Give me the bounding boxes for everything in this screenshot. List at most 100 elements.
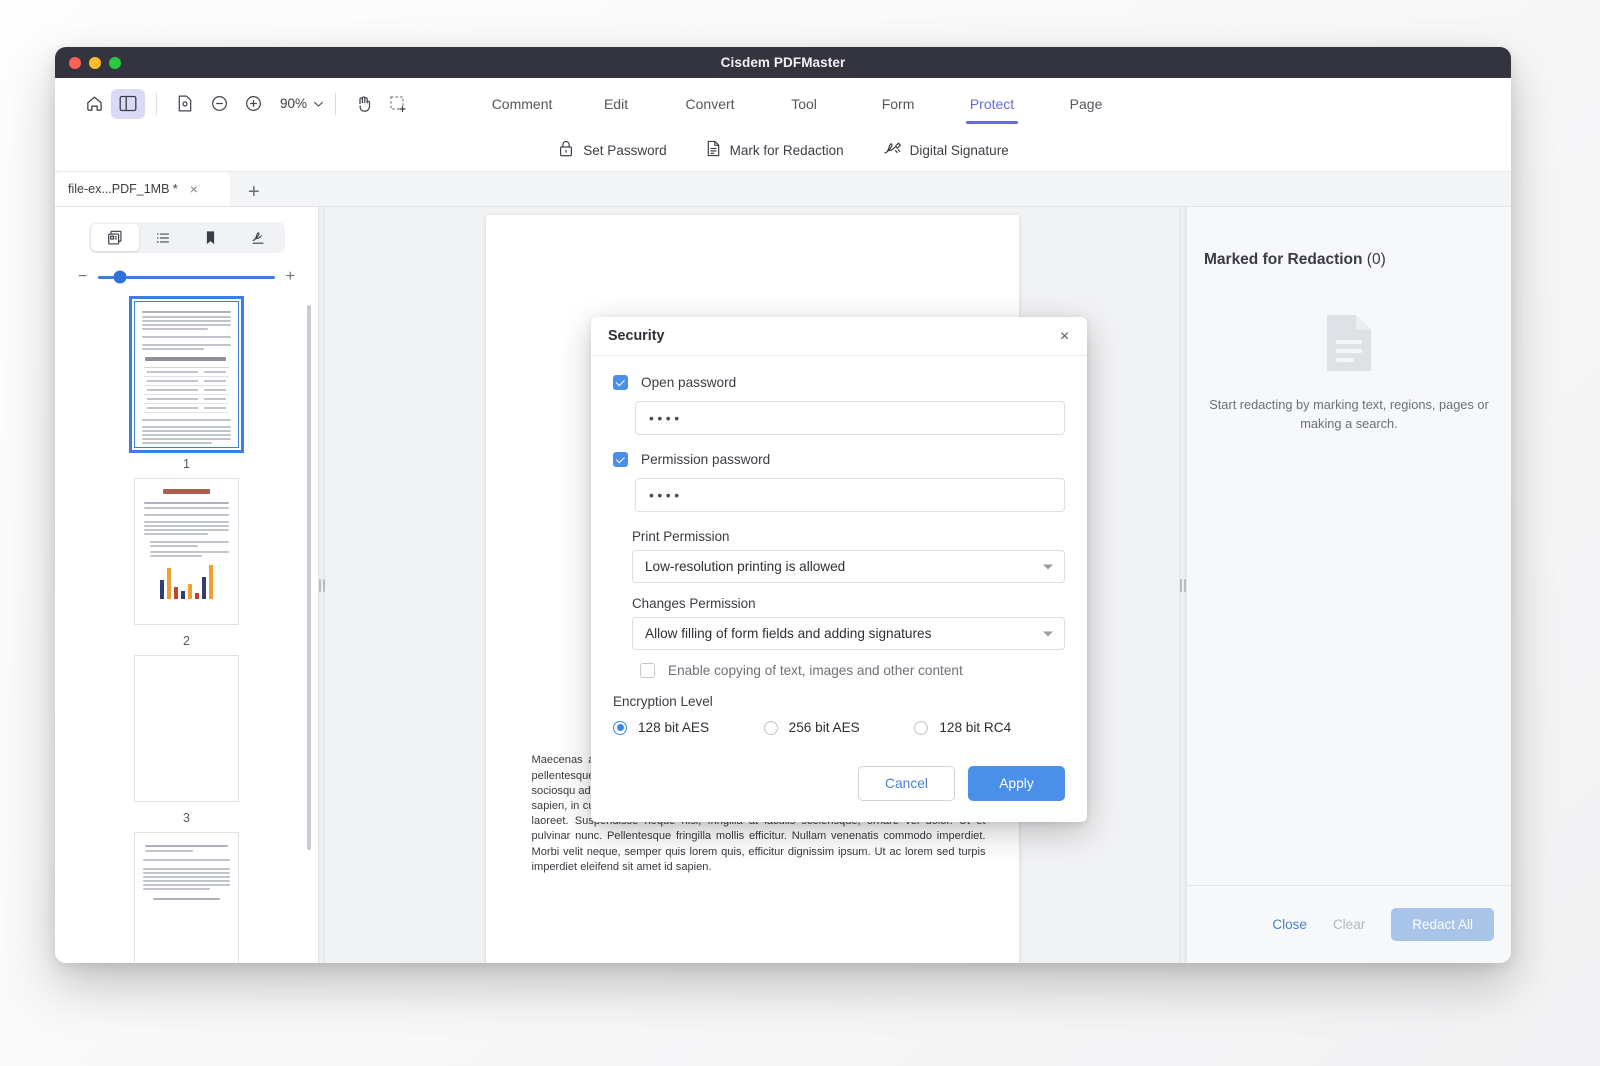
signature-view-button[interactable]: [235, 224, 283, 251]
thumbnail-list[interactable]: 1 2 3: [55, 295, 318, 963]
redaction-heading-text: Marked for Redaction: [1204, 251, 1363, 268]
radio-icon[interactable]: [763, 720, 778, 735]
redaction-empty-state: Start redacting by marking text, regions…: [1187, 269, 1511, 885]
enable-copying-row: Enable copying of text, images and other…: [640, 663, 1065, 678]
lock-icon: [557, 139, 575, 161]
outline-view-button[interactable]: [139, 224, 187, 251]
set-password-button[interactable]: Set Password: [557, 139, 667, 161]
permission-password-label: Permission password: [641, 452, 771, 467]
enable-copying-label: Enable copying of text, images and other…: [668, 663, 963, 678]
signature-pen-icon: [882, 139, 902, 161]
page-fit-icon[interactable]: [168, 89, 202, 119]
close-redaction-button[interactable]: Close: [1272, 917, 1307, 932]
tab-comment[interactable]: Comment: [475, 92, 569, 116]
tab-edit[interactable]: Edit: [569, 92, 663, 116]
radio-icon[interactable]: [613, 720, 627, 735]
open-password-label: Open password: [641, 375, 737, 390]
zoom-level-value: 90%: [280, 96, 308, 111]
zoom-in-icon[interactable]: [236, 89, 270, 119]
radio-icon[interactable]: [914, 720, 929, 735]
dialog-title: Security: [608, 328, 665, 344]
toolbar-divider-2: [335, 92, 337, 115]
thumbnail-view-button[interactable]: [90, 224, 139, 251]
thumbnail-zoom-slider[interactable]: − +: [55, 253, 318, 295]
page-thumbnail-4[interactable]: [134, 832, 239, 963]
document-tab[interactable]: file-ex...PDF_1MB * ×: [55, 172, 230, 206]
dialog-header: Security ×: [591, 317, 1087, 356]
home-icon[interactable]: [77, 89, 111, 119]
chevron-down-icon: [1043, 564, 1053, 569]
chevron-down-icon: [313, 101, 324, 107]
tab-protect[interactable]: Protect: [945, 92, 1039, 116]
encryption-option-256-aes[interactable]: 256 bit AES: [763, 720, 915, 735]
tab-page[interactable]: Page: [1039, 92, 1133, 116]
page-thumbnail-2[interactable]: [134, 478, 239, 625]
open-password-row: Open password: [613, 375, 1065, 390]
redaction-panel-footer: Close Clear Redact All: [1187, 885, 1511, 963]
desktop-background: Cisdem PDFMaster 90% Comment Edit Conver…: [0, 0, 1600, 1066]
encryption-level-label: Encryption Level: [613, 694, 713, 709]
main-toolbar: 90% Comment Edit Convert Tool Form Prote…: [55, 78, 1511, 129]
close-tab-icon[interactable]: ×: [190, 182, 198, 196]
resize-grip-icon: [1179, 578, 1186, 592]
redaction-empty-message: Start redacting by marking text, regions…: [1209, 397, 1489, 431]
tab-convert[interactable]: Convert: [663, 92, 757, 116]
zoom-out-icon[interactable]: [202, 89, 236, 119]
bookmark-view-button[interactable]: [187, 224, 235, 251]
dialog-footer: Cancel Apply: [591, 752, 1087, 822]
thumbnail-item[interactable]: 3: [55, 655, 318, 825]
chevron-down-icon: [1043, 631, 1053, 636]
right-panel-resize-handle[interactable]: [1179, 207, 1186, 963]
open-password-input[interactable]: ••••: [635, 401, 1065, 435]
redact-all-button[interactable]: Redact All: [1391, 908, 1494, 941]
enable-copying-checkbox[interactable]: [640, 663, 655, 678]
encryption-option-label: 128 bit RC4: [939, 720, 1012, 735]
tab-tool[interactable]: Tool: [757, 92, 851, 116]
security-dialog: Security × Open password •••• Permission…: [591, 317, 1087, 822]
permission-password-input[interactable]: ••••: [635, 478, 1065, 512]
cancel-button[interactable]: Cancel: [858, 766, 955, 801]
thumbnail-item[interactable]: 4: [55, 832, 318, 963]
window-title: Cisdem PDFMaster: [720, 55, 846, 70]
thumbnail-scrollbar[interactable]: [307, 305, 311, 850]
clear-redaction-button[interactable]: Clear: [1333, 917, 1365, 932]
encryption-option-128-rc4[interactable]: 128 bit RC4: [914, 720, 1065, 735]
permission-password-checkbox[interactable]: [613, 452, 628, 467]
dialog-body: Open password •••• Permission password •…: [591, 356, 1087, 752]
thumbnail-zoom-out-icon[interactable]: −: [78, 269, 87, 285]
print-permission-label: Print Permission: [632, 529, 730, 544]
changes-permission-label: Changes Permission: [632, 596, 756, 611]
thumbnail-item[interactable]: 2: [55, 478, 318, 648]
digital-signature-label: Digital Signature: [909, 142, 1009, 158]
document-tab-label: file-ex...PDF_1MB *: [68, 182, 178, 196]
digital-signature-button[interactable]: Digital Signature: [882, 139, 1009, 161]
slider-thumb[interactable]: [113, 270, 126, 284]
thumbnail-item[interactable]: 1: [55, 296, 318, 471]
page-number-label: 3: [183, 811, 190, 825]
set-password-label: Set Password: [583, 142, 667, 158]
open-password-checkbox[interactable]: [613, 375, 628, 390]
hand-tool-icon[interactable]: [347, 89, 381, 119]
redaction-document-icon: [705, 139, 722, 161]
apply-button[interactable]: Apply: [968, 766, 1065, 801]
mark-for-redaction-button[interactable]: Mark for Redaction: [705, 139, 844, 161]
page-thumbnail-1[interactable]: [129, 296, 244, 453]
changes-permission-select[interactable]: Allow filling of form fields and adding …: [632, 617, 1065, 650]
page-number-label: 1: [183, 457, 190, 471]
tab-form[interactable]: Form: [851, 92, 945, 116]
close-icon[interactable]: ×: [1056, 328, 1073, 345]
select-area-icon[interactable]: [381, 89, 415, 119]
sidebar-toggle-icon[interactable]: [111, 88, 145, 119]
app-window: Cisdem PDFMaster 90% Comment Edit Conver…: [55, 47, 1511, 963]
new-tab-icon[interactable]: +: [248, 182, 260, 206]
thumbnail-zoom-in-icon[interactable]: +: [286, 269, 295, 285]
slider-track[interactable]: [98, 270, 275, 284]
protect-sub-toolbar: Set Password Mark for Redaction Digital …: [55, 129, 1511, 172]
encryption-option-128-aes[interactable]: 128 bit AES: [613, 720, 764, 735]
encryption-level-options: 128 bit AES 256 bit AES 128 bit RC4: [613, 720, 1065, 735]
page-thumbnail-3[interactable]: [134, 655, 239, 802]
zoom-level-dropdown[interactable]: 90%: [280, 96, 324, 111]
print-permission-select[interactable]: Low-resolution printing is allowed: [632, 550, 1065, 583]
permission-password-row: Permission password: [613, 452, 1065, 467]
left-panel-resize-handle[interactable]: [318, 207, 325, 963]
